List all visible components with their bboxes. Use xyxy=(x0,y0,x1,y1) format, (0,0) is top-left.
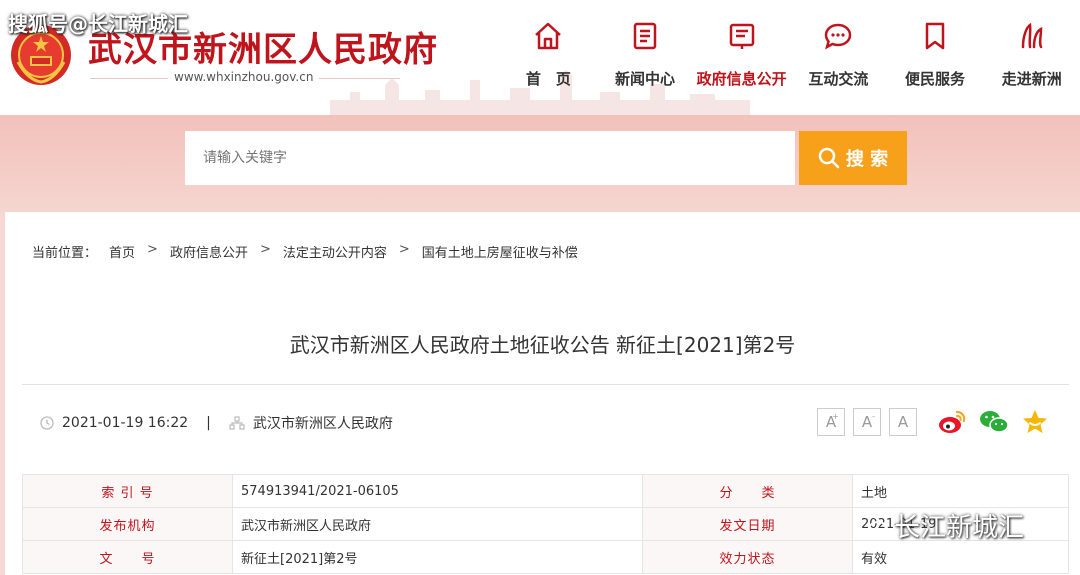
nav-label-about: 走进新洲 xyxy=(1001,70,1062,88)
value-index-number: 574913941/2021-06105 xyxy=(232,474,643,508)
chat-icon xyxy=(825,23,852,50)
landmark-icon xyxy=(1021,22,1042,49)
nav-label-home: 首 页 xyxy=(525,70,571,88)
gov-info-icon xyxy=(729,23,754,49)
label-category: 分 类 xyxy=(642,474,853,508)
font-smaller-label: A xyxy=(897,413,909,431)
nav-item-about[interactable]: 走进新洲 xyxy=(983,18,1080,93)
font-normal-button[interactable]: A- xyxy=(853,408,881,436)
breadcrumb-mandatory-disclosure[interactable]: 法定主动公开内容 xyxy=(283,242,387,261)
breadcrumb-prefix: 当前位置： xyxy=(32,246,98,261)
meta-separator: | xyxy=(206,415,211,431)
nav-item-interaction[interactable]: 互动交流 xyxy=(790,18,887,93)
font-normal-label: A xyxy=(861,413,873,431)
label-document-number: 文 号 xyxy=(22,540,233,574)
breadcrumb: 当前位置： 首页 > 政府信息公开 > 法定主动公开内容 > 国有土地上房屋征收… xyxy=(32,242,590,261)
breadcrumb-home[interactable]: 首页 xyxy=(109,242,135,261)
home-icon xyxy=(535,22,562,50)
share-buttons xyxy=(937,408,1061,440)
label-publisher: 发布机构 xyxy=(22,507,233,541)
font-larger-button[interactable]: A + xyxy=(817,408,845,436)
nav-label-gov-info: 政府信息公开 xyxy=(696,70,787,88)
search-button-label: 搜 索 xyxy=(845,149,889,170)
watermark-bottom-right: 长江新城汇 xyxy=(858,507,1024,544)
weibo-share-button[interactable] xyxy=(937,409,967,439)
star-icon xyxy=(1023,410,1047,433)
wechat-share-button[interactable] xyxy=(979,409,1009,439)
value-validity: 有效 xyxy=(852,540,1069,574)
nav-item-gov-info[interactable]: 政府信息公开 xyxy=(693,18,790,93)
search-input[interactable] xyxy=(185,131,795,185)
news-icon xyxy=(633,22,657,50)
wechat-icon xyxy=(980,411,1009,433)
site-url: www.whxinzhou.gov.cn xyxy=(168,70,320,84)
nav-label-services: 便民服务 xyxy=(905,70,966,88)
table-row: 文 号 新征土[2021]第2号 效力状态 有效 xyxy=(22,540,1069,574)
weibo-icon xyxy=(939,410,966,433)
title-divider xyxy=(22,384,1069,385)
nav-item-news[interactable]: 新闻中心 xyxy=(597,18,694,93)
font-smaller-button[interactable]: A xyxy=(889,408,917,436)
nav-label-interaction: 互动交流 xyxy=(808,70,869,88)
organization-icon xyxy=(229,416,245,430)
publish-date: 2021-01-19 16:22 xyxy=(62,415,189,431)
breadcrumb-separator: > xyxy=(398,242,410,257)
table-row: 索 引 号 574913941/2021-06105 分 类 土地 xyxy=(22,474,1069,508)
nav-label-news: 新闻中心 xyxy=(615,70,676,88)
font-size-controls: A + A- A xyxy=(817,408,925,436)
nav-item-home[interactable]: 首 页 xyxy=(500,18,597,93)
wechat-watermark-icon xyxy=(858,513,888,537)
bookmark-icon xyxy=(925,22,945,50)
article-title: 武汉市新洲区人民政府土地征收公告 新征土[2021]第2号 xyxy=(289,333,796,357)
breadcrumb-separator: > xyxy=(147,242,158,257)
site-header: 搜狐号@长江新城汇 武汉市新洲区人民政府 www.whxinzhou.gov.c… xyxy=(0,0,1080,115)
watermark-bottom-right-text: 长江新城汇 xyxy=(894,513,1025,543)
favorite-share-button[interactable] xyxy=(1021,408,1049,440)
nav-item-services[interactable]: 便民服务 xyxy=(887,18,984,93)
value-document-number: 新征土[2021]第2号 xyxy=(232,540,643,574)
main-nav: 首 页 新闻中心 政府信息公开 互动交流 便民服务 走进新洲 xyxy=(500,18,1080,93)
breadcrumb-separator: > xyxy=(259,242,271,257)
label-index-number: 索 引 号 xyxy=(22,474,233,508)
label-validity: 效力状态 xyxy=(642,540,853,574)
publish-source: 武汉市新洲区人民政府 xyxy=(252,416,393,432)
clock-icon xyxy=(40,416,54,430)
article-meta: 2021-01-19 16:22 | 武汉市新洲区人民政府 xyxy=(40,412,393,434)
breadcrumb-gov-info[interactable]: 政府信息公开 xyxy=(170,242,248,261)
search-button[interactable]: 搜 索 xyxy=(799,131,907,185)
value-publisher: 武汉市新洲区人民政府 xyxy=(232,507,643,541)
breadcrumb-land-expropriation[interactable]: 国有土地上房屋征收与补偿 xyxy=(422,242,578,261)
search-icon xyxy=(818,147,840,169)
watermark-top: 搜狐号@长江新城汇 xyxy=(8,12,188,36)
label-issue-date: 发文日期 xyxy=(642,507,853,541)
search-band: 搜 索 xyxy=(0,115,1080,215)
value-category: 土地 xyxy=(852,474,1069,508)
